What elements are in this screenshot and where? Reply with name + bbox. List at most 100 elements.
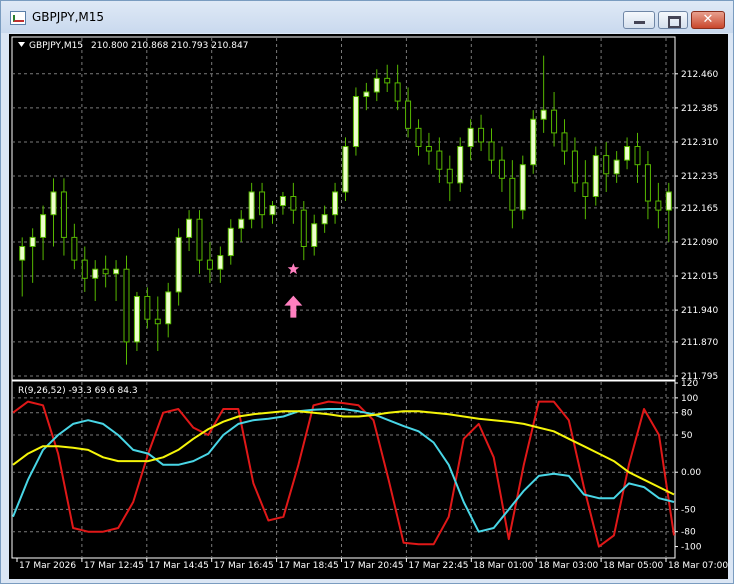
candle-body — [123, 268, 130, 343]
candle-body — [446, 168, 453, 184]
candle-body — [144, 295, 151, 320]
time-axis-label: 17 Mar 2026 — [19, 561, 76, 571]
star-icon — [287, 263, 300, 275]
candle-body — [29, 236, 36, 247]
minimize-button[interactable] — [623, 11, 655, 29]
candle-body — [665, 191, 672, 211]
candle-body — [279, 196, 286, 207]
price-axis-label: 212.310 — [681, 138, 718, 148]
candle-body — [40, 214, 47, 238]
candle-body — [561, 132, 568, 152]
candle-body — [217, 255, 224, 270]
title-bar[interactable]: GBPJPY,M15 ✕ — [1, 1, 733, 33]
candle-body — [571, 150, 578, 184]
time-axis-label: 17 Mar 12:45 — [84, 561, 144, 571]
candle-body — [196, 218, 203, 261]
candle-body — [332, 191, 339, 216]
candle-body — [290, 196, 297, 211]
candle-body — [102, 268, 109, 275]
candle-body — [19, 245, 26, 261]
candle-body — [498, 159, 505, 179]
maximize-button[interactable] — [658, 11, 688, 29]
candle-body — [269, 205, 276, 216]
price-axis-label: 212.235 — [681, 172, 718, 182]
close-button[interactable]: ✕ — [691, 11, 725, 29]
chart-symbol: GBPJPY,M15 — [29, 41, 83, 51]
candle-body — [154, 318, 161, 325]
osc-series-0 — [12, 400, 675, 548]
candle-body — [634, 146, 641, 166]
candle-body — [540, 109, 547, 120]
price-axis-label: 212.385 — [681, 104, 718, 114]
candle-body — [206, 259, 213, 270]
candle-body — [425, 146, 432, 152]
candle-body — [478, 127, 485, 143]
candle-body — [342, 146, 349, 193]
osc-axis-label: -80 — [681, 528, 696, 538]
signal-markers — [284, 263, 303, 318]
chart-area[interactable]: 212.460 212.385 212.310 212.235 212.165 212.0… — [9, 34, 728, 579]
triangle-down-icon[interactable] — [18, 42, 25, 47]
candle-body — [488, 141, 495, 161]
oscillator-lines — [12, 400, 675, 548]
time-axis-label: 17 Mar 22:45 — [408, 561, 468, 571]
osc-axis-label: 120 — [681, 379, 698, 389]
candle-body — [321, 214, 328, 225]
osc-axis-label: 80 — [681, 409, 693, 419]
time-axis-label: 17 Mar 14:45 — [149, 561, 209, 571]
time-axis-label: 18 Mar 07:00 — [668, 561, 728, 571]
candle-body — [300, 209, 307, 247]
time-axis-label: 17 Mar 20:45 — [344, 561, 404, 571]
osc-axis-label: 100 — [681, 394, 698, 404]
candle-body — [363, 91, 370, 98]
price-candles — [19, 55, 672, 365]
candle-body — [644, 164, 651, 202]
candle-body — [509, 177, 516, 211]
price-axis-label: 212.015 — [681, 272, 718, 282]
price-pane-border — [11, 36, 676, 381]
candle-body — [81, 259, 88, 279]
candle-body — [592, 155, 599, 198]
candle-body — [113, 268, 120, 275]
candle-body — [92, 268, 99, 279]
candle-body — [415, 127, 422, 148]
osc-axis-label: 50 — [681, 431, 693, 441]
candle-body — [467, 127, 474, 148]
candle-body — [259, 191, 266, 216]
time-axis-label: 17 Mar 16:45 — [214, 561, 274, 571]
candle-body — [551, 109, 558, 134]
candle-body — [624, 146, 631, 161]
candle-body — [352, 96, 359, 148]
time-axis-label: 18 Mar 05:00 — [603, 561, 663, 571]
candle-body — [238, 218, 245, 229]
close-icon: ✕ — [702, 12, 714, 27]
chart-ohlc: 210.800 210.868 210.793 210.847 — [91, 41, 248, 51]
grid-lines — [11, 36, 676, 559]
candle-body — [457, 146, 464, 184]
chart-header[interactable]: GBPJPY,M15 210.800 210.868 210.793 210.8… — [18, 41, 248, 51]
time-axis-label: 18 Mar 03:00 — [538, 561, 598, 571]
chart-canvas[interactable]: 212.460 212.385 212.310 212.235 212.165 212.0… — [9, 34, 728, 579]
candle-body — [165, 291, 172, 325]
price-axis-label: 211.940 — [681, 306, 718, 316]
up-arrow-icon — [284, 295, 303, 318]
chart-window: GBPJPY,M15 ✕ 212.460 212.385 212.310 212.23… — [0, 0, 734, 584]
candle-body — [530, 118, 537, 166]
osc-series-1 — [12, 408, 675, 533]
price-axis-label: 211.870 — [681, 338, 718, 348]
candle-body — [186, 218, 193, 238]
minimize-icon — [634, 21, 645, 24]
candle-body — [248, 191, 255, 220]
candle-body — [582, 182, 589, 198]
time-axis-label: 18 Mar 01:00 — [473, 561, 533, 571]
candle-body — [227, 227, 234, 257]
price-axis-label: 212.090 — [681, 238, 718, 248]
oscillator-header: R(9,26,52) -93.3 69.6 84.3 — [18, 386, 138, 396]
osc-axis-label: 0.00 — [681, 468, 701, 478]
candle-body — [436, 150, 443, 170]
candle-body — [384, 77, 391, 84]
candle-body — [373, 77, 380, 93]
candle-body — [655, 200, 662, 211]
candle-body — [50, 191, 57, 216]
candle-body — [175, 236, 182, 293]
